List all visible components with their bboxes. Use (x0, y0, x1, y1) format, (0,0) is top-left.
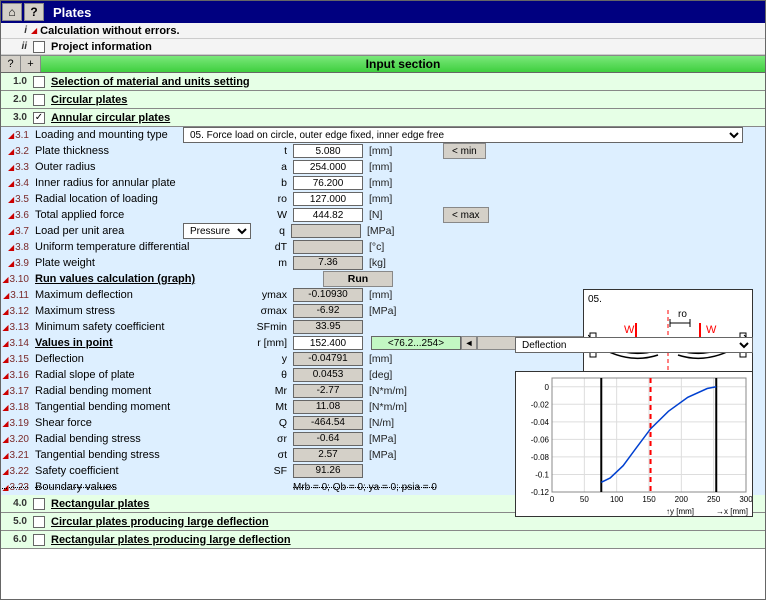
section-1-checkbox[interactable] (33, 76, 45, 88)
chart: 0 50 100 150 200 250 300 0 -0.02 -0.04 -0.06 -0.08 -… (515, 371, 753, 517)
help-icon[interactable]: ? (24, 3, 44, 21)
section-5-label: Circular plates producing large deflecti… (49, 516, 269, 528)
vip-input[interactable] (293, 336, 363, 350)
project-info-label: Project information (49, 41, 152, 53)
param-value: 7.36 (293, 256, 363, 270)
param-row: ◢3.2Plate thicknesst[mm]< min (1, 143, 765, 159)
svg-text:-0.08: -0.08 (531, 453, 550, 462)
svg-text:W: W (624, 324, 635, 336)
vip-range: <76.2...254> (371, 336, 461, 350)
param-row: ◢3.7Load per unit areaPressureq[MPa] (1, 223, 765, 239)
svg-text:→x [mm]: →x [mm] (716, 507, 748, 516)
param-input[interactable] (293, 144, 363, 158)
section-1-label: Selection of material and units setting (49, 76, 250, 88)
svg-text:↑y [mm]: ↑y [mm] (666, 507, 694, 516)
scroll-left[interactable]: ◄ (461, 336, 477, 350)
svg-text:0: 0 (550, 495, 555, 504)
section-5-checkbox[interactable] (33, 516, 45, 528)
loading-label: Loading and mounting type (33, 129, 183, 141)
info-row-ii: ii Project information (1, 39, 765, 55)
param-value: -0.04791 (293, 352, 363, 366)
svg-text:100: 100 (610, 495, 624, 504)
param-row: ◢3.9Plate weightm7.36[kg] (1, 255, 765, 271)
param-row: ◢3.3Outer radiusa[mm] (1, 159, 765, 175)
param-row: ◢3.8Uniform temperature differentialdT[°… (1, 239, 765, 255)
calc-status: Calculation without errors. (38, 25, 179, 37)
svg-text:200: 200 (675, 495, 689, 504)
input-section-header: ? + Input section (1, 55, 765, 73)
section-4-label: Rectangular plates (49, 498, 149, 510)
svg-text:-0.1: -0.1 (535, 470, 549, 479)
param-row: ◢3.4Inner radius for annular plateb[mm] (1, 175, 765, 191)
section-6[interactable]: 6.0 Rectangular plates producing large d… (1, 531, 765, 549)
param-value: -6.92 (293, 304, 363, 318)
section-4-checkbox[interactable] (33, 498, 45, 510)
boundary-text: Mrb = 0; Qb = 0; ya = 0; psia = 0 (293, 482, 437, 493)
section-6-checkbox[interactable] (33, 534, 45, 546)
param-input[interactable] (293, 176, 363, 190)
param-input[interactable] (293, 208, 363, 222)
svg-text:-0.12: -0.12 (531, 488, 550, 497)
param-value: 33.95 (293, 320, 363, 334)
boundary-label: Boundary values (33, 481, 253, 493)
param-value: -0.64 (293, 432, 363, 446)
svg-text:-0.04: -0.04 (531, 418, 550, 427)
param-row: ◢3.6Total applied forceW[N]< max (1, 207, 765, 223)
svg-text:ro: ro (678, 309, 687, 320)
svg-text:-0.06: -0.06 (531, 435, 550, 444)
param-value: 2.57 (293, 448, 363, 462)
max-button[interactable]: < max (443, 207, 489, 223)
svg-text:-0.02: -0.02 (531, 400, 550, 409)
param-value: 11.08 (293, 400, 363, 414)
section-2-label: Circular plates (49, 94, 127, 106)
section-6-label: Rectangular plates producing large defle… (49, 534, 291, 546)
param-input[interactable] (293, 192, 363, 206)
input-section-title: Input section (41, 57, 765, 71)
svg-text:50: 50 (580, 495, 589, 504)
expand-button[interactable]: + (21, 56, 41, 72)
param-value: 0.0453 (293, 368, 363, 382)
section-1[interactable]: 1.0 Selection of material and units sett… (1, 73, 765, 91)
run-button[interactable]: Run (323, 271, 393, 287)
section-2-checkbox[interactable] (33, 94, 45, 106)
section-3-label: Annular circular plates (49, 112, 170, 124)
svg-text:300: 300 (739, 495, 752, 504)
info-row-i: i ◢ Calculation without errors. (1, 23, 765, 39)
tri-icon: ◢ (31, 26, 37, 35)
svg-text:W: W (706, 324, 717, 336)
param-value: -2.77 (293, 384, 363, 398)
param-value (291, 224, 361, 238)
loading-select[interactable]: 05. Force load on circle, outer edge fix… (183, 127, 743, 143)
app-title: Plates (53, 5, 91, 20)
project-info-checkbox[interactable] (33, 41, 45, 53)
param-value: 91.26 (293, 464, 363, 478)
app-icon[interactable]: ⌂ (2, 3, 22, 21)
titlebar: ⌂ ? Plates (1, 1, 765, 23)
vip-label: Values in point (33, 337, 253, 349)
param-value (293, 240, 363, 254)
section-2[interactable]: 2.0 Circular plates (1, 91, 765, 109)
svg-text:0: 0 (545, 383, 550, 392)
param-value: -464.54 (293, 416, 363, 430)
section-3[interactable]: 3.0 ✓ Annular circular plates (1, 109, 765, 127)
section-3-checkbox[interactable]: ✓ (33, 112, 45, 124)
help-button[interactable]: ? (1, 56, 21, 72)
min-button[interactable]: < min (443, 143, 486, 159)
load-type-select[interactable]: Pressure (183, 223, 251, 239)
svg-text:250: 250 (707, 495, 721, 504)
chart-type-select[interactable]: Deflection (515, 337, 753, 353)
param-value: -0.10930 (293, 288, 363, 302)
svg-text:150: 150 (642, 495, 656, 504)
run-label: Run values calculation (graph) (33, 273, 323, 285)
param-input[interactable] (293, 160, 363, 174)
param-row: ◢3.5Radial location of loadingro[mm] (1, 191, 765, 207)
